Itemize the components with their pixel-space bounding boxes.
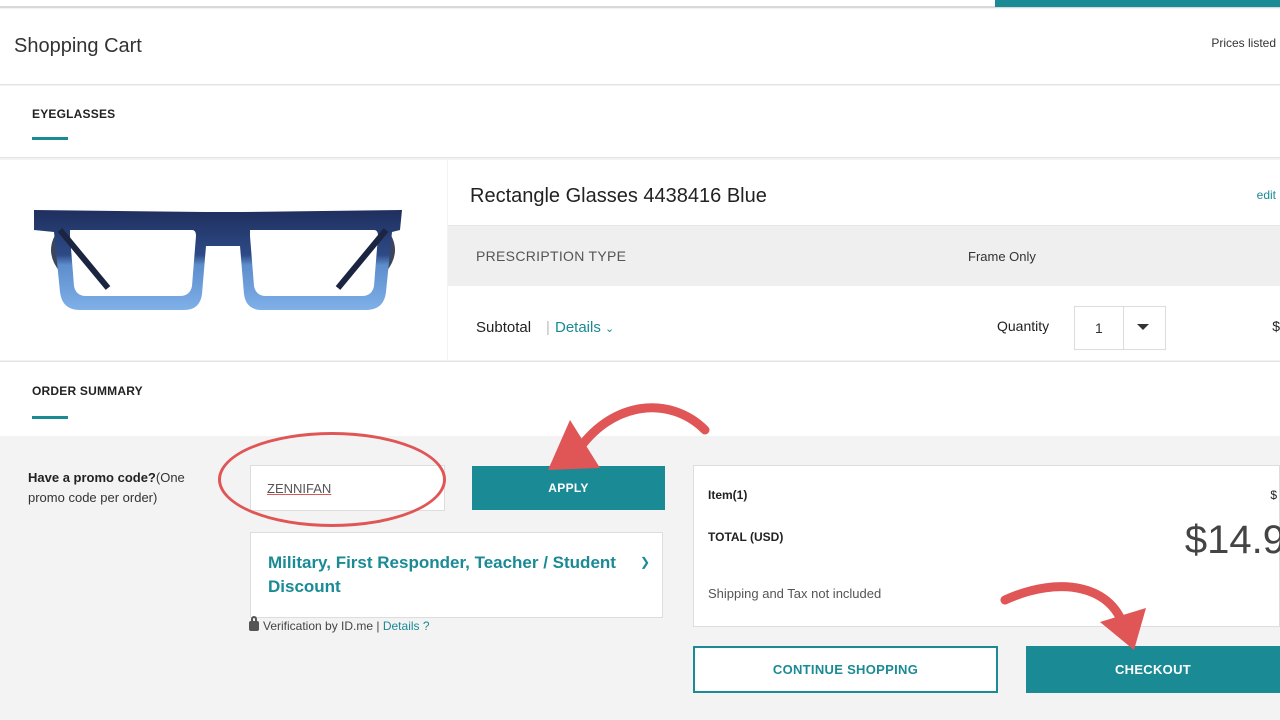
quantity-select[interactable]: 1 (1074, 306, 1166, 350)
page-title: Shopping Cart (14, 35, 142, 57)
order-totals: Item(1) $ TOTAL (USD) $14.9 Shipping and… (693, 465, 1280, 627)
order-summary-section: ORDER SUMMARY (0, 361, 1280, 436)
items-value: $ (1270, 488, 1277, 502)
quantity-separator (1123, 307, 1124, 349)
discount-title: Military, First Responder, Teacher / Stu… (268, 553, 616, 596)
promo-label: Have a promo code?(One promo code per or… (28, 468, 218, 508)
total-label: TOTAL (USD) (708, 530, 784, 544)
line-price: $ (1272, 318, 1280, 334)
continue-shopping-button[interactable]: CONTINUE SHOPPING (693, 646, 998, 693)
apply-button[interactable]: APPLY (472, 466, 665, 510)
product-details: Rectangle Glasses 4438416 Blue edit PRES… (448, 160, 1280, 360)
items-label: Item(1) (708, 488, 748, 502)
subtotal-label: Subtotal (476, 319, 532, 336)
details-link[interactable]: Details ⌄ (555, 319, 614, 336)
quantity-label: Quantity (997, 318, 1050, 334)
quantity-value: 1 (1095, 320, 1103, 336)
prices-note: Prices listed (1211, 36, 1276, 50)
product-title[interactable]: Rectangle Glasses 4438416 Blue (470, 185, 767, 208)
product-image[interactable] (0, 160, 447, 360)
product-title-row: Rectangle Glasses 4438416 Blue edit (448, 160, 1280, 226)
verification-text: Verification by ID.me | (263, 619, 380, 633)
discount-accordion[interactable]: Military, First Responder, Teacher / Stu… (250, 532, 663, 618)
eyeglasses-icon (34, 210, 402, 310)
prescription-type-label: PRESCRIPTION TYPE (476, 248, 627, 264)
promo-code-input[interactable] (250, 465, 445, 511)
chevron-down-icon: ❯ (639, 555, 650, 569)
tab-underline (32, 416, 68, 419)
eyeglasses-section: EYEGLASSES (0, 86, 1280, 158)
cart-header: Shopping Cart Prices listed (0, 9, 1280, 85)
details-label: Details (555, 319, 601, 336)
lock-icon (249, 616, 259, 631)
caret-down-icon[interactable] (1137, 324, 1149, 330)
prescription-row: PRESCRIPTION TYPE Frame Only (448, 226, 1280, 286)
verification-details-link[interactable]: Details ? (383, 619, 430, 633)
total-value: $14.9 (1184, 518, 1280, 562)
checkout-button[interactable]: CHECKOUT (1026, 646, 1280, 693)
tab-order-summary[interactable]: ORDER SUMMARY (32, 384, 143, 398)
shipping-note: Shipping and Tax not included (708, 586, 882, 601)
tab-underline (32, 137, 68, 140)
divider: | (546, 319, 550, 336)
chevron-down-icon: ⌄ (605, 323, 615, 335)
prescription-type-value: Frame Only (968, 249, 1036, 264)
promo-label-bold: Have a promo code? (28, 470, 156, 485)
tab-eyeglasses[interactable]: EYEGLASSES (32, 107, 115, 121)
subtotal-row: Subtotal | Details ⌄ Quantity 1 $ (448, 286, 1280, 360)
top-accent-bar (995, 0, 1280, 7)
verification-note: Verification by ID.me | Details ? (249, 616, 430, 633)
edit-link[interactable]: edit (1257, 188, 1276, 202)
